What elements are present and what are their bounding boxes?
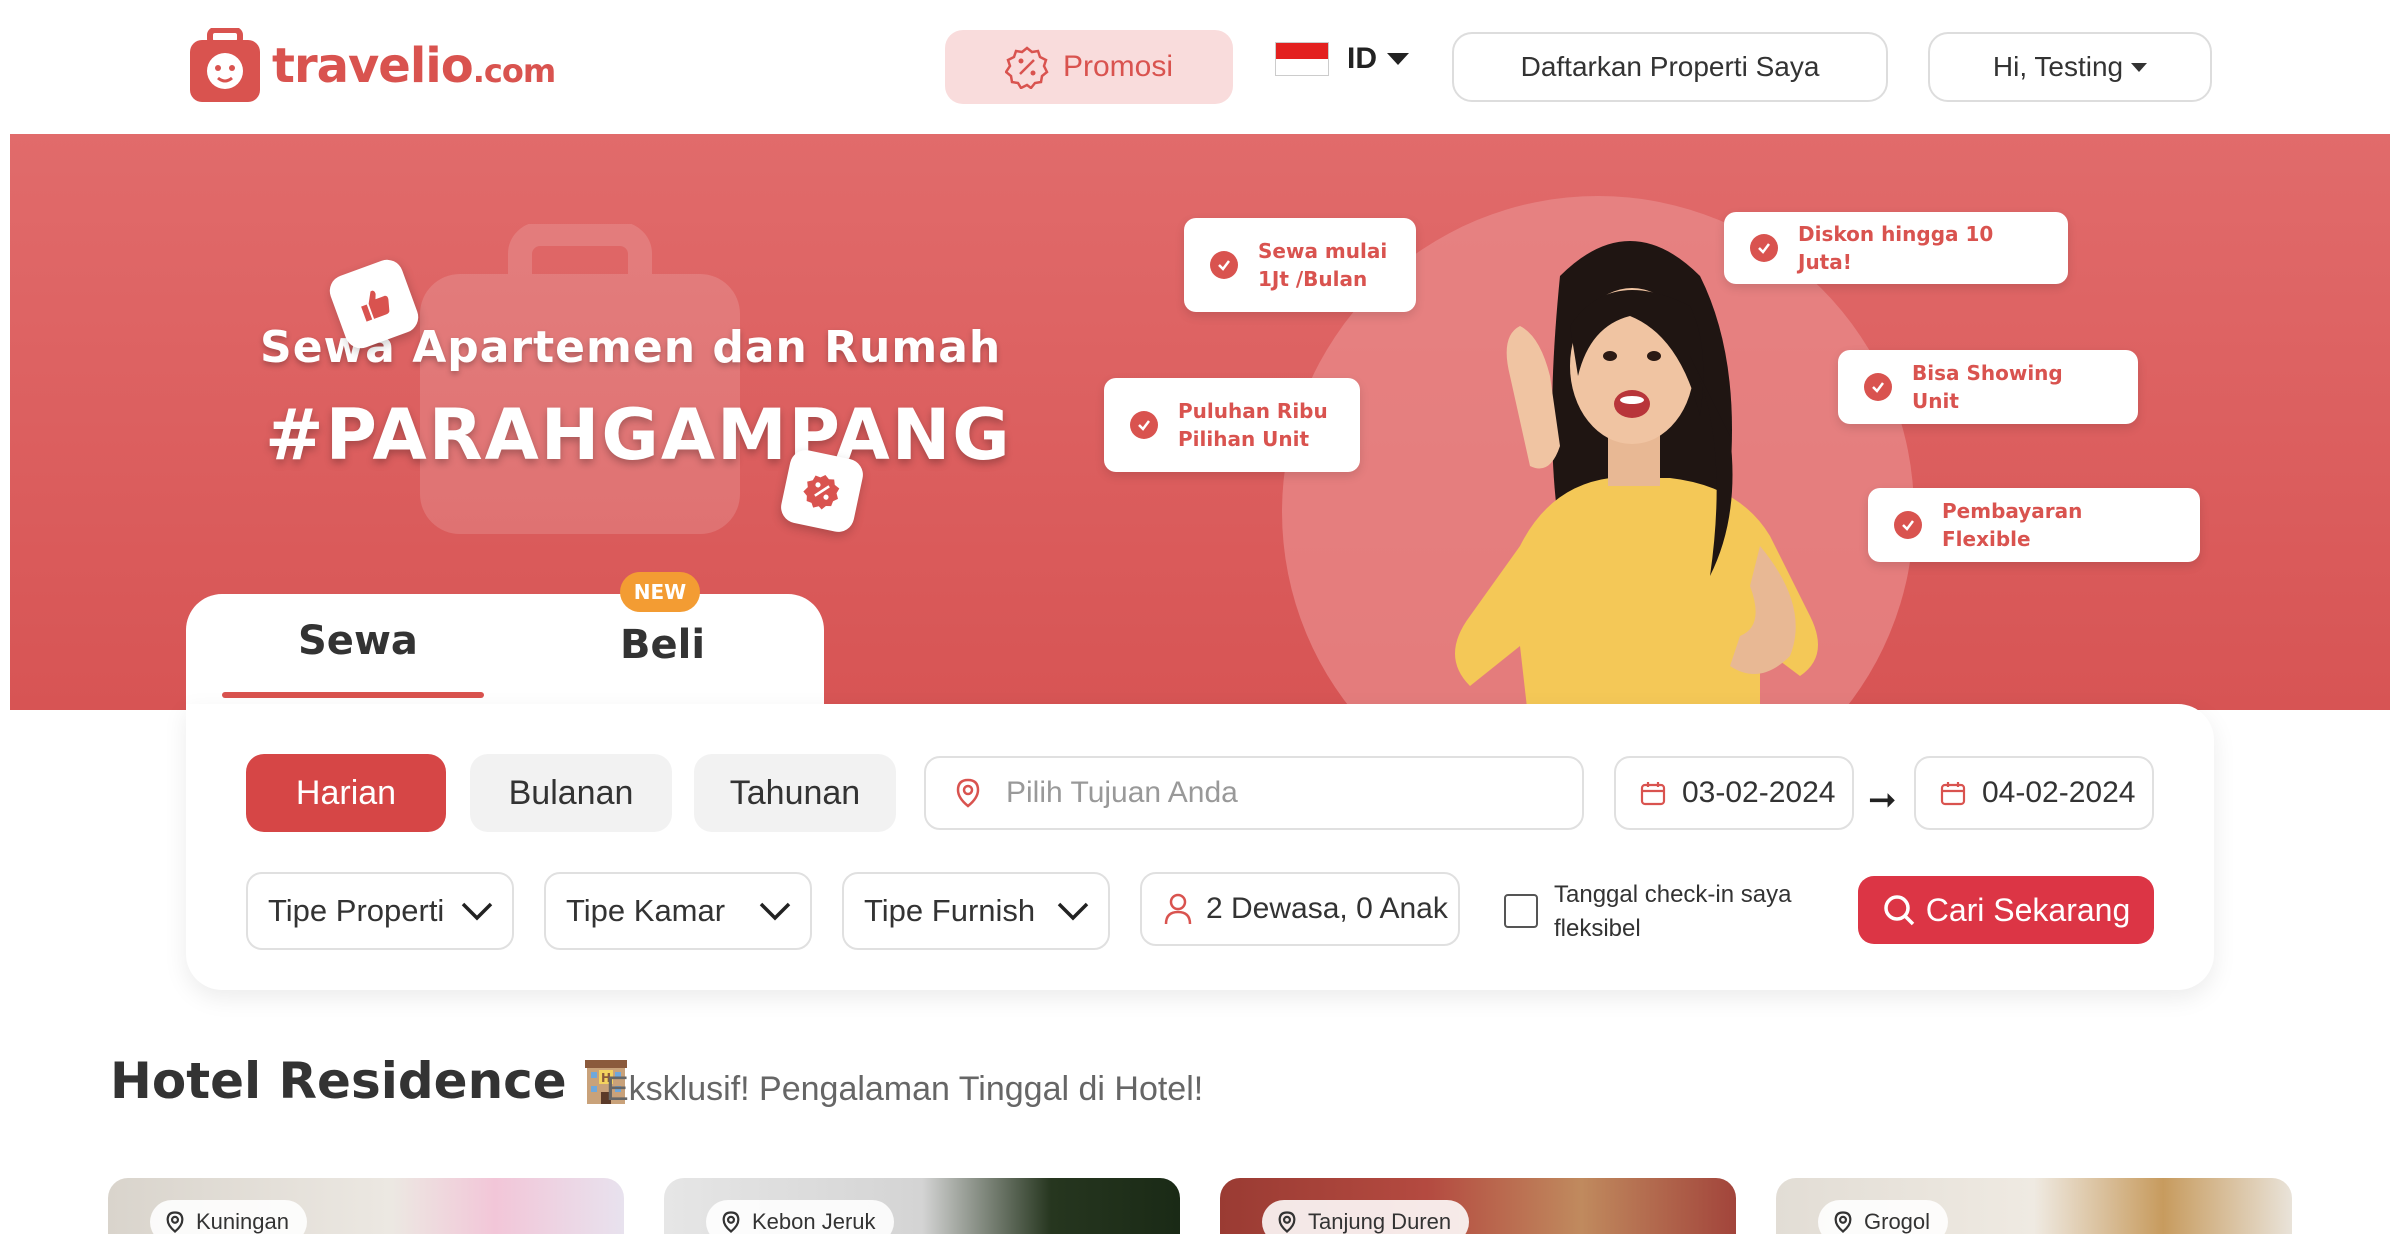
- hero-model-image: [1410, 216, 1850, 710]
- caret-down-icon: [2131, 62, 2148, 72]
- language-selector[interactable]: ID: [1275, 42, 1409, 76]
- location-label: Grogol: [1864, 1209, 1931, 1234]
- logo-wordmark: travelio.com: [272, 38, 556, 94]
- property-type-select[interactable]: Tipe Properti: [246, 872, 514, 950]
- logo-text: travelio: [272, 38, 474, 94]
- destination-placeholder: Pilih Tujuan Anda: [1006, 776, 1238, 809]
- search-icon: [1883, 895, 1914, 926]
- feature-badge-choices: Puluhan Ribu Pilihan Unit: [1104, 378, 1360, 472]
- location-pin-icon: [722, 1211, 740, 1233]
- user-greeting: Hi, Testing: [1992, 51, 2124, 82]
- location-tag: Kebon Jeruk: [706, 1200, 894, 1234]
- promo-label: Promosi: [1062, 50, 1174, 83]
- furnish-type-label: Tipe Furnish: [864, 893, 1036, 928]
- location-tag: Tanjung Duren: [1262, 1200, 1470, 1234]
- guests-field[interactable]: 2 Dewasa, 0 Anak: [1140, 872, 1460, 946]
- check-circle-icon: [1210, 251, 1238, 279]
- guests-value: 2 Dewasa, 0 Anak: [1206, 892, 1448, 925]
- arrow-right-icon: ➞: [1868, 781, 1897, 819]
- location-label: Tanjung Duren: [1308, 1209, 1452, 1234]
- chevron-down-icon: [1057, 902, 1089, 921]
- check-circle-icon: [1864, 373, 1892, 401]
- section-title-text: Hotel Residence: [110, 1052, 567, 1110]
- location-tag: Grogol: [1818, 1200, 1949, 1234]
- feature-badge-payment: Pembayaran Flexible: [1868, 488, 2200, 562]
- promo-button[interactable]: Promosi: [945, 30, 1233, 104]
- search-button[interactable]: Cari Sekarang: [1858, 876, 2154, 944]
- list-property-label: Daftarkan Properti Saya: [1520, 51, 1820, 82]
- duration-tahunan-button[interactable]: Tahunan: [694, 754, 896, 832]
- location-pin-icon: [956, 778, 980, 808]
- active-tab-indicator: [222, 692, 484, 698]
- property-card[interactable]: Kebon Jeruk: [664, 1178, 1180, 1234]
- flexible-date-checkbox[interactable]: [1504, 894, 1538, 928]
- section-subtitle: Eksklusif! Pengalaman Tinggal di Hotel!: [606, 1070, 1204, 1108]
- location-pin-icon: [1834, 1211, 1852, 1233]
- discount-badge-icon: [1004, 46, 1049, 89]
- checkout-value: 04-02-2024: [1982, 776, 2136, 809]
- tab-sewa[interactable]: Sewa: [298, 618, 418, 664]
- badge-text: Pembayaran Flexible: [1942, 499, 2083, 551]
- property-type-label: Tipe Properti: [268, 893, 445, 928]
- new-badge: NEW: [620, 572, 700, 612]
- language-label: ID: [1347, 42, 1377, 75]
- user-menu-button[interactable]: Hi, Testing: [1928, 32, 2212, 102]
- location-label: Kebon Jeruk: [752, 1209, 876, 1234]
- person-icon: [1164, 893, 1192, 925]
- indonesia-flag-icon: [1275, 42, 1329, 76]
- property-card[interactable]: Tanjung Duren: [1220, 1178, 1736, 1234]
- checkout-date-field[interactable]: 04-02-2024: [1914, 756, 2154, 830]
- check-circle-icon: [1130, 411, 1158, 439]
- badge-text: 1Jt /Bulan: [1258, 267, 1368, 291]
- location-pin-icon: [1278, 1211, 1296, 1233]
- location-label: Kuningan: [196, 1209, 289, 1234]
- search-panel: Harian Bulanan Tahunan Pilih Tujuan Anda…: [186, 704, 2214, 990]
- feature-badge-price: Sewa mulai 1Jt /Bulan: [1184, 218, 1416, 312]
- property-card[interactable]: Grogol: [1776, 1178, 2292, 1234]
- room-type-label: Tipe Kamar: [566, 893, 726, 928]
- travelio-logo[interactable]: travelio.com: [188, 27, 556, 104]
- section-title: Hotel Residence H: [110, 1052, 631, 1110]
- caret-down-icon: [1387, 53, 1409, 65]
- location-pin-icon: [166, 1211, 184, 1233]
- site-header: travelio.com Promosi ID Daftarkan Proper…: [0, 0, 2400, 134]
- search-button-label: Cari Sekarang: [1925, 891, 2131, 928]
- tab-beli[interactable]: Beli: [620, 622, 705, 668]
- check-circle-icon: [1894, 511, 1922, 539]
- calendar-icon: [1940, 782, 1966, 806]
- duration-harian-button[interactable]: Harian: [246, 754, 446, 832]
- location-tag: Kuningan: [150, 1200, 307, 1234]
- badge-text: Puluhan Ribu: [1178, 399, 1328, 423]
- logo-suffix: .com: [472, 52, 556, 90]
- chevron-down-icon: [461, 902, 493, 921]
- hero-title: #PARAHGAMPANG: [265, 394, 1012, 476]
- flexible-date-label: Tanggal check-in saya fleksibel: [1554, 881, 1792, 942]
- badge-text: Pilihan Unit: [1178, 427, 1310, 451]
- room-type-select[interactable]: Tipe Kamar: [544, 872, 812, 950]
- badge-text: Bisa Showing Unit: [1912, 361, 2063, 413]
- destination-input[interactable]: Pilih Tujuan Anda: [924, 756, 1584, 830]
- checkin-date-field[interactable]: 03-02-2024: [1614, 756, 1854, 830]
- badge-text: Sewa mulai: [1258, 239, 1388, 263]
- list-property-button[interactable]: Daftarkan Properti Saya: [1452, 32, 1888, 102]
- discount-sticker-icon: [778, 447, 866, 535]
- feature-badge-showing: Bisa Showing Unit: [1838, 350, 2138, 424]
- suitcase-watermark-icon: [410, 222, 750, 544]
- suitcase-logo-icon: [188, 27, 262, 104]
- furnish-type-select[interactable]: Tipe Furnish: [842, 872, 1110, 950]
- checkin-value: 03-02-2024: [1682, 776, 1836, 809]
- duration-bulanan-button[interactable]: Bulanan: [470, 754, 672, 832]
- tab-beli-label: Beli: [620, 622, 706, 668]
- chevron-down-icon: [759, 902, 791, 921]
- property-card[interactable]: Kuningan: [108, 1178, 624, 1234]
- calendar-icon: [1640, 782, 1666, 806]
- search-tabs: Sewa Beli NEW: [186, 572, 824, 714]
